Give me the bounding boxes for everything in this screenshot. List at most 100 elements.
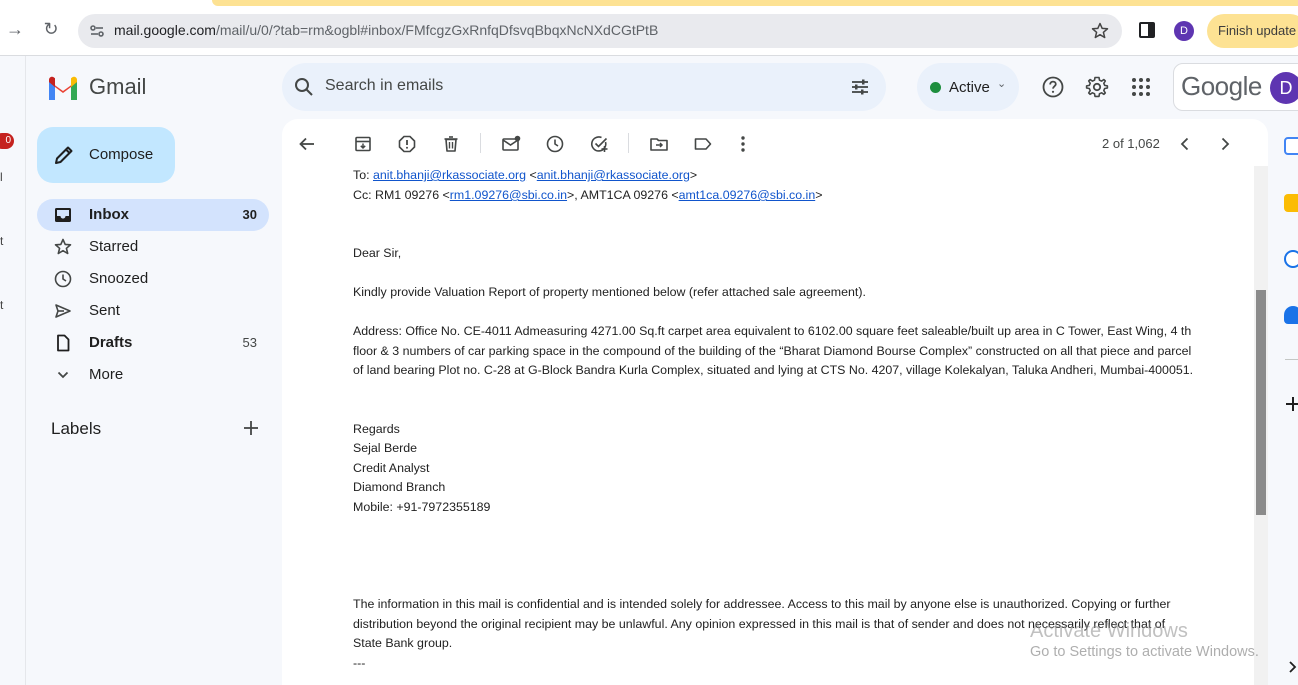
unread-count: 30 xyxy=(242,207,257,222)
move-to-folder-icon[interactable] xyxy=(649,134,669,154)
address-line: Address: Office No. CE-4011 Admeasuring … xyxy=(353,324,1192,338)
finish-update-button[interactable]: Finish update xyxy=(1207,14,1298,48)
chevron-down-icon: ⌄ xyxy=(997,78,1007,90)
url-text: mail.google.com/mail/u/0/?tab=rm&ogbl#in… xyxy=(114,22,659,38)
settings-gear-icon[interactable] xyxy=(1085,75,1109,99)
add-task-icon[interactable] xyxy=(589,134,609,154)
draft-file-icon xyxy=(57,334,70,352)
status-dot-icon xyxy=(930,82,941,93)
draft-count: 53 xyxy=(242,335,257,350)
get-addons-plus-icon[interactable] xyxy=(1285,396,1298,412)
side-panel-divider xyxy=(1285,359,1298,360)
left-edge-panel: 0 l t t xyxy=(0,56,26,685)
signature-line: Regards xyxy=(353,422,400,436)
status-label: Active xyxy=(949,79,990,96)
labels-heading: Labels xyxy=(51,419,102,438)
gmail-logo-icon[interactable] xyxy=(47,76,79,100)
strip-text: t xyxy=(0,298,4,312)
sidebar-item-more[interactable]: More xyxy=(37,359,269,391)
disclaimer-line: State Bank group. xyxy=(353,636,453,650)
star-icon xyxy=(54,238,72,255)
site-settings-icon[interactable] xyxy=(88,22,106,40)
side-panel-icon[interactable] xyxy=(1139,22,1155,38)
signature-line: Diamond Branch xyxy=(353,480,446,494)
activation-watermark-title: Activate Windows xyxy=(1030,620,1188,642)
chevron-right-icon[interactable] xyxy=(1288,660,1298,674)
sidebar-item-label: Starred xyxy=(89,238,139,255)
scrollbar-thumb[interactable] xyxy=(1256,290,1266,515)
signature-line: Sejal Berde xyxy=(353,441,418,455)
sidebar-item-label: Sent xyxy=(89,302,120,319)
update-banner-strip xyxy=(212,0,1298,6)
sidebar-item-label: Inbox xyxy=(89,206,129,223)
label-tag-icon[interactable] xyxy=(693,134,713,154)
sidebar-item-starred[interactable]: Starred xyxy=(37,231,269,263)
email-link[interactable]: anit.bhanji@rkassociate.org xyxy=(373,168,526,182)
clock-icon xyxy=(54,270,72,288)
address-line: floor & 3 numbers of car parking space i… xyxy=(353,344,1192,358)
sidebar-item-drafts[interactable]: Drafts 53 xyxy=(37,327,269,359)
older-chevron-right-icon[interactable] xyxy=(1215,134,1235,154)
sidebar-item-inbox[interactable]: Inbox 30 xyxy=(37,199,269,231)
disclaimer-line: The information in this mail is confiden… xyxy=(353,597,1171,611)
sidebar-item-sent[interactable]: Sent xyxy=(37,295,269,327)
search-options-icon[interactable] xyxy=(850,77,870,97)
forward-icon[interactable]: → xyxy=(4,18,26,40)
email-link[interactable]: rm1.09276@sbi.co.in xyxy=(450,188,567,202)
strip-text: t xyxy=(0,234,4,248)
add-label-icon[interactable] xyxy=(241,418,261,438)
toolbar-divider xyxy=(480,133,481,153)
contacts-icon[interactable] xyxy=(1284,306,1298,324)
apps-grid-icon[interactable] xyxy=(1129,75,1153,99)
help-icon[interactable] xyxy=(1041,75,1065,99)
email-link[interactable]: anit.bhanji@rkassociate.org xyxy=(537,168,690,182)
disclaimer-line: --- xyxy=(353,656,366,670)
bookmark-star-icon[interactable] xyxy=(1090,21,1110,41)
tasks-icon[interactable] xyxy=(1284,250,1298,268)
greeting: Dear Sir, xyxy=(353,246,402,260)
activation-watermark-text: Go to Settings to activate Windows. xyxy=(1030,644,1259,660)
signature-line: Mobile: +91-7972355189 xyxy=(353,500,491,514)
address-line: of land bearing Plot no. C-28 at G-Block… xyxy=(353,363,1194,377)
newer-chevron-left-icon[interactable] xyxy=(1175,134,1195,154)
sidebar-item-label: More xyxy=(89,366,124,383)
to-line: To: anit.bhanji@rkassociate.org <anit.bh… xyxy=(353,168,698,182)
request-text: Kindly provide Valuation Report of prope… xyxy=(353,285,866,299)
address-bar[interactable]: mail.google.com/mail/u/0/?tab=rm&ogbl#in… xyxy=(78,14,1122,48)
gmail-wordmark[interactable]: Gmail xyxy=(89,74,146,100)
snooze-clock-icon[interactable] xyxy=(545,134,565,154)
account-avatar[interactable]: D xyxy=(1270,72,1298,104)
browser-profile-avatar[interactable]: D xyxy=(1174,21,1194,41)
search-bar[interactable]: Search in emails xyxy=(282,63,886,111)
search-icon[interactable] xyxy=(294,77,314,97)
pencil-icon xyxy=(55,146,73,164)
google-account-chip[interactable]: Google D xyxy=(1173,63,1298,111)
compose-label: Compose xyxy=(89,146,154,163)
compose-button[interactable]: Compose xyxy=(37,127,175,183)
email-link[interactable]: amt1ca.09276@sbi.co.in xyxy=(679,188,816,202)
mark-unread-icon[interactable] xyxy=(501,134,521,154)
status-selector[interactable]: Active ⌄ xyxy=(917,63,1019,111)
sidebar-item-label: Snoozed xyxy=(89,270,149,287)
archive-icon[interactable] xyxy=(353,134,373,154)
inbox-icon xyxy=(55,208,71,222)
signature-line: Credit Analyst xyxy=(353,461,430,475)
sidebar-item-label: Drafts xyxy=(89,334,133,351)
strip-text: l xyxy=(0,170,3,184)
keep-notes-icon[interactable] xyxy=(1284,194,1298,212)
cc-line: Cc: RM1 09276 <rm1.09276@sbi.co.in>, AMT… xyxy=(353,188,823,202)
search-input[interactable]: Search in emails xyxy=(325,77,443,95)
pagination-count: 2 of 1,062 xyxy=(1102,136,1160,151)
send-icon xyxy=(55,304,71,318)
delete-icon[interactable] xyxy=(441,134,461,154)
calendar-icon[interactable] xyxy=(1284,137,1298,155)
back-arrow-icon[interactable] xyxy=(297,134,317,154)
toolbar-divider xyxy=(628,133,629,153)
reload-icon[interactable]: ↻ xyxy=(40,18,62,40)
google-wordmark: Google xyxy=(1181,71,1262,101)
more-options-icon[interactable] xyxy=(733,134,753,154)
report-spam-icon[interactable] xyxy=(397,134,417,154)
sidebar-item-snoozed[interactable]: Snoozed xyxy=(37,263,269,295)
chevron-down-icon xyxy=(57,371,69,379)
strip-unread-badge: 0 xyxy=(0,133,14,149)
